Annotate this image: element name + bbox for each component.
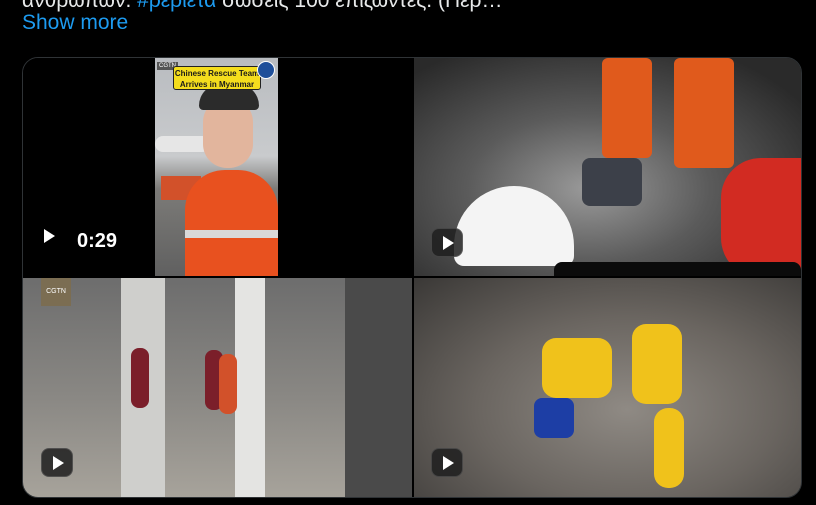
overlay-strip: [554, 262, 801, 276]
white-helmet: [454, 186, 574, 266]
media-video-4[interactable]: [414, 278, 801, 497]
hashtag-link[interactable]: #ρεριετα: [137, 0, 216, 12]
video-thumbnail: CGTN: [23, 278, 412, 497]
wall: [345, 278, 412, 497]
play-icon[interactable]: [41, 448, 73, 477]
media-video-2[interactable]: [414, 58, 801, 276]
play-icon[interactable]: [41, 229, 55, 243]
rescuer-leg: [602, 58, 652, 158]
cgtn-logo: CGTN: [41, 278, 71, 306]
pillar: [235, 278, 265, 497]
media-grid: CGTN Chinese Rescue Team Arrives in Myan…: [22, 57, 802, 498]
video-banner: Chinese Rescue Team Arrives in Myanmar: [173, 66, 261, 90]
reflective-stripe: [185, 230, 278, 238]
video-duration: 0:29: [77, 230, 118, 252]
blue-debris: [534, 398, 574, 438]
airplane-shape: [155, 136, 210, 152]
play-icon[interactable]: [431, 448, 463, 477]
media-video-1[interactable]: CGTN Chinese Rescue Team Arrives in Myan…: [23, 58, 412, 276]
worker: [131, 348, 149, 408]
rescue-badge-icon: [257, 61, 275, 79]
worker: [219, 354, 237, 414]
media-video-3[interactable]: CGTN: [23, 278, 412, 497]
tweet-text-partial: ανθρώπων. #ρεριετα σώσεις 100 επιζώντες.…: [22, 0, 802, 14]
video-thumbnail: [414, 58, 801, 276]
red-helmet: [721, 158, 801, 276]
rescuer-yellow: [542, 338, 612, 398]
show-more-link[interactable]: Show more: [22, 11, 128, 35]
rescuer-yellow: [632, 324, 682, 404]
play-icon[interactable]: [431, 228, 463, 257]
rescuer-leg: [674, 58, 734, 168]
video-thumbnail: [414, 278, 801, 497]
rescuer-leg-yellow: [654, 408, 684, 488]
video-thumbnail: CGTN Chinese Rescue Team Arrives in Myan…: [155, 58, 278, 276]
rescuer-jacket: [185, 170, 278, 276]
boot-shape: [582, 158, 642, 206]
tweet-text-end: σώσεις 100 επιζώντες. (Περ…: [222, 0, 503, 12]
